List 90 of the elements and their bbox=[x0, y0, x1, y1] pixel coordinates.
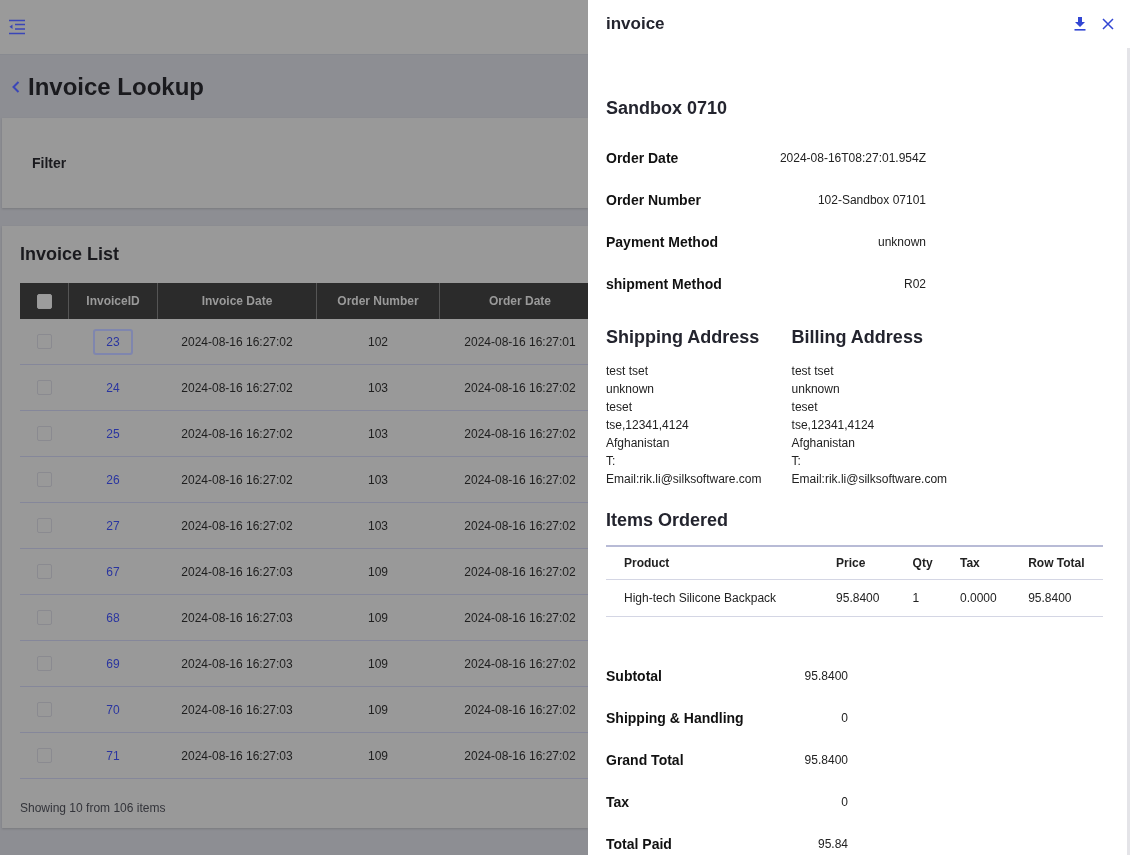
total-label: Subtotal bbox=[606, 668, 663, 684]
detail-label: Payment Method bbox=[606, 234, 719, 250]
invoice-id-link[interactable]: 23 bbox=[93, 328, 133, 355]
total-value: 95.84 bbox=[816, 837, 848, 851]
menu-collapse-icon[interactable] bbox=[8, 19, 26, 35]
store-name: Sandbox 0710 bbox=[606, 98, 729, 119]
address-line: T: bbox=[791, 453, 802, 470]
table-cell: 2024-08-16 16:27:02 bbox=[157, 319, 317, 365]
table-cell: High-tech Silicone Backpack bbox=[606, 579, 819, 617]
invoice-id-link[interactable]: 70 bbox=[93, 696, 133, 723]
address-line: test tset bbox=[606, 363, 650, 380]
detail-value: unknown bbox=[876, 235, 926, 249]
invoice-id-link[interactable]: 27 bbox=[93, 512, 133, 539]
detail-label: shipment Method bbox=[606, 276, 723, 292]
page-title: Invoice Lookup bbox=[28, 72, 204, 101]
invoice-id-link[interactable]: 67 bbox=[93, 558, 133, 585]
back-chevron-icon[interactable] bbox=[12, 80, 20, 93]
table-cell: 103 bbox=[316, 456, 440, 503]
table-cell: 102 bbox=[316, 319, 440, 365]
filter-title: Filter bbox=[32, 155, 67, 171]
address-line: teset bbox=[606, 399, 633, 416]
table-cell: 2024-08-16 16:27:02 bbox=[157, 364, 317, 411]
table-cell: 103 bbox=[316, 502, 440, 549]
table-cell: 2024-08-16 16:27:03 bbox=[157, 686, 317, 733]
select-all-checkbox[interactable] bbox=[36, 293, 52, 309]
invoice-list-title: Invoice List bbox=[20, 244, 121, 265]
table-cell: 109 bbox=[316, 686, 440, 733]
address-line: teset bbox=[791, 399, 819, 416]
total-label: Total Paid bbox=[606, 836, 673, 852]
total-label: Grand Total bbox=[606, 752, 685, 768]
invoice-id-link[interactable]: 24 bbox=[93, 374, 133, 401]
total-value: 0 bbox=[840, 795, 848, 809]
table-cell: 103 bbox=[316, 410, 440, 457]
invoice-id-link[interactable]: 26 bbox=[93, 466, 133, 493]
table-cell: 109 bbox=[316, 640, 440, 687]
invoice-id-link[interactable]: 68 bbox=[93, 604, 133, 631]
table-cell: 2024-08-16 16:27:02 bbox=[157, 456, 317, 503]
drawer-title: invoice bbox=[606, 14, 666, 34]
items-title: Items Ordered bbox=[606, 510, 730, 531]
column-header: Row Total bbox=[1010, 546, 1103, 580]
detail-label: Order Number bbox=[606, 192, 702, 208]
column-header[interactable]: Order Date bbox=[439, 283, 588, 319]
detail-value: R02 bbox=[903, 277, 926, 291]
address-line: Email:rik.li@silksoftware.com bbox=[606, 471, 762, 488]
table-cell: 109 bbox=[316, 594, 440, 641]
total-value: 95.8400 bbox=[803, 669, 848, 683]
address-line: unknown bbox=[606, 381, 656, 398]
total-value: 95.8400 bbox=[803, 753, 848, 767]
detail-value: 102-Sandbox 07101 bbox=[816, 193, 926, 207]
table-cell: 2024-08-16 16:27:02 bbox=[157, 502, 317, 549]
table-cell: 2024-08-16 16:27:03 bbox=[157, 548, 317, 595]
table-cell: 2024-08-16 16:27:03 bbox=[157, 594, 317, 641]
address-title: Shipping Address bbox=[606, 327, 761, 348]
table-cell: 2024-08-16 16:27:02 bbox=[157, 410, 317, 457]
address-line: T: bbox=[606, 453, 617, 470]
invoice-id-link[interactable]: 25 bbox=[93, 420, 133, 447]
table-cell: 2024-08-16 16:27:03 bbox=[157, 732, 317, 779]
address-line: unknown bbox=[791, 381, 841, 398]
table-cell: 103 bbox=[316, 364, 440, 411]
total-label: Shipping & Handling bbox=[606, 710, 745, 726]
column-header: Tax bbox=[941, 546, 1011, 580]
address-line: tse,12341,4124 bbox=[606, 417, 690, 434]
table-cell: 95.8400 bbox=[818, 579, 895, 617]
invoice-id-link[interactable]: 69 bbox=[93, 650, 133, 677]
table-cell: 95.8400 bbox=[1010, 579, 1103, 617]
table-cell: 2024-08-16 16:27:03 bbox=[157, 640, 317, 687]
table-cell: 1 bbox=[894, 579, 942, 617]
invoice-id-link[interactable]: 71 bbox=[93, 742, 133, 769]
pagination-summary: Showing 10 from 106 items bbox=[20, 801, 167, 815]
detail-label: Order Date bbox=[606, 150, 680, 166]
table-cell: 0.0000 bbox=[941, 579, 1011, 617]
column-header[interactable]: Invoice Date bbox=[157, 283, 317, 319]
column-header: Qty bbox=[894, 546, 942, 580]
table-cell: 109 bbox=[316, 732, 440, 779]
address-line: test tset bbox=[791, 363, 835, 380]
column-header: Product bbox=[606, 546, 819, 580]
table-cell: 109 bbox=[316, 548, 440, 595]
total-label: Tax bbox=[606, 794, 631, 810]
address-line: tse,12341,4124 bbox=[791, 417, 876, 434]
column-header: Price bbox=[818, 546, 895, 580]
address-line: Email:rik.li@silksoftware.com bbox=[791, 471, 948, 488]
download-icon[interactable] bbox=[1074, 17, 1086, 31]
close-icon[interactable] bbox=[1102, 18, 1114, 30]
detail-value: 2024-08-16T08:27:01.954Z bbox=[778, 151, 926, 165]
address-line: Afghanistan bbox=[606, 435, 671, 452]
address-title: Billing Address bbox=[791, 327, 924, 348]
column-header[interactable]: Order Number bbox=[316, 283, 440, 319]
total-value: 0 bbox=[840, 711, 848, 725]
column-header[interactable]: InvoiceID bbox=[68, 283, 158, 319]
address-line: Afghanistan bbox=[791, 435, 856, 452]
